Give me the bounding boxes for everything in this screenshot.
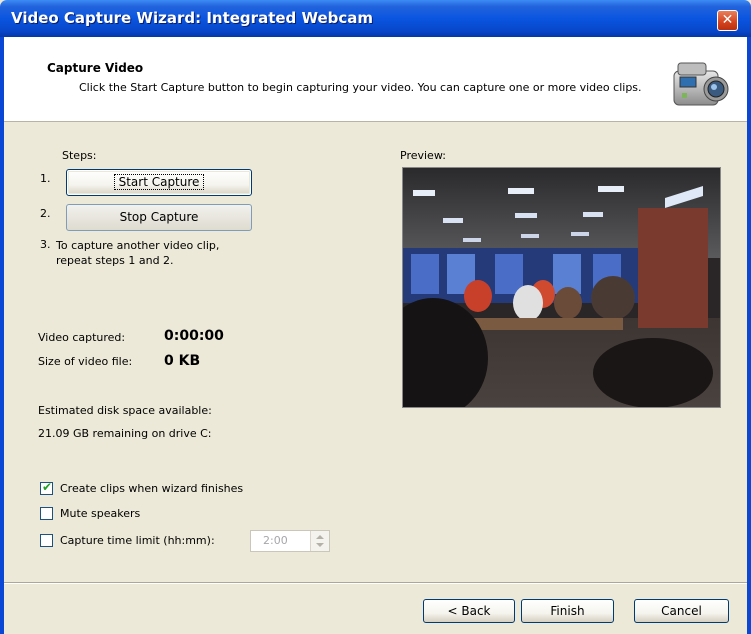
steps-label: Steps: [62, 149, 97, 162]
mute-speakers-label[interactable]: Mute speakers [60, 507, 140, 520]
video-size-label: Size of video file: [38, 355, 133, 368]
create-clips-checkbox[interactable]: ✔ [40, 480, 53, 495]
disk-space-remaining: 21.09 GB remaining on drive C: [38, 427, 212, 440]
create-clips-label[interactable]: Create clips when wizard finishes [60, 482, 243, 495]
step-3-text: To capture another video clip, repeat st… [56, 239, 220, 267]
header-title: Capture Video [47, 61, 144, 75]
finish-button[interactable]: Finish [521, 599, 614, 623]
time-limit-spinner[interactable]: 2:00 [250, 530, 330, 552]
close-icon: ✕ [721, 12, 734, 28]
spinner-arrows[interactable] [310, 531, 329, 551]
time-limit-label[interactable]: Capture time limit (hh:mm): [60, 534, 215, 547]
mute-speakers-checkbox[interactable] [40, 507, 53, 520]
step-3-number: 3. [40, 238, 51, 251]
footer-divider [4, 582, 747, 584]
start-capture-button[interactable]: Start Capture [66, 169, 252, 196]
webcam-frame [403, 168, 720, 407]
back-button[interactable]: < Back [423, 599, 515, 623]
window-title: Video Capture Wizard: Integrated Webcam [11, 9, 374, 27]
check-icon: ✔ [42, 480, 53, 494]
spin-arrows-icon [316, 535, 324, 547]
time-limit-checkbox[interactable] [40, 534, 53, 547]
video-size-value: 0 KB [164, 353, 201, 369]
time-limit-value: 2:00 [263, 534, 288, 547]
cancel-button[interactable]: Cancel [634, 599, 729, 623]
step-1-number: 1. [40, 172, 51, 185]
camcorder-icon [673, 62, 729, 106]
header-description: Click the Start Capture button to begin … [79, 81, 642, 94]
video-captured-value: 0:00:00 [164, 328, 224, 344]
preview-image [402, 167, 721, 408]
preview-label: Preview: [400, 149, 446, 162]
stop-capture-button[interactable]: Stop Capture [66, 204, 252, 231]
disk-space-label: Estimated disk space available: [38, 404, 212, 417]
step-2-number: 2. [40, 207, 51, 220]
video-captured-label: Video captured: [38, 331, 126, 344]
title-bar: Video Capture Wizard: Integrated Webcam … [0, 0, 751, 37]
wizard-header: Capture Video Click the Start Capture bu… [4, 37, 747, 122]
close-button[interactable]: ✕ [717, 10, 738, 31]
